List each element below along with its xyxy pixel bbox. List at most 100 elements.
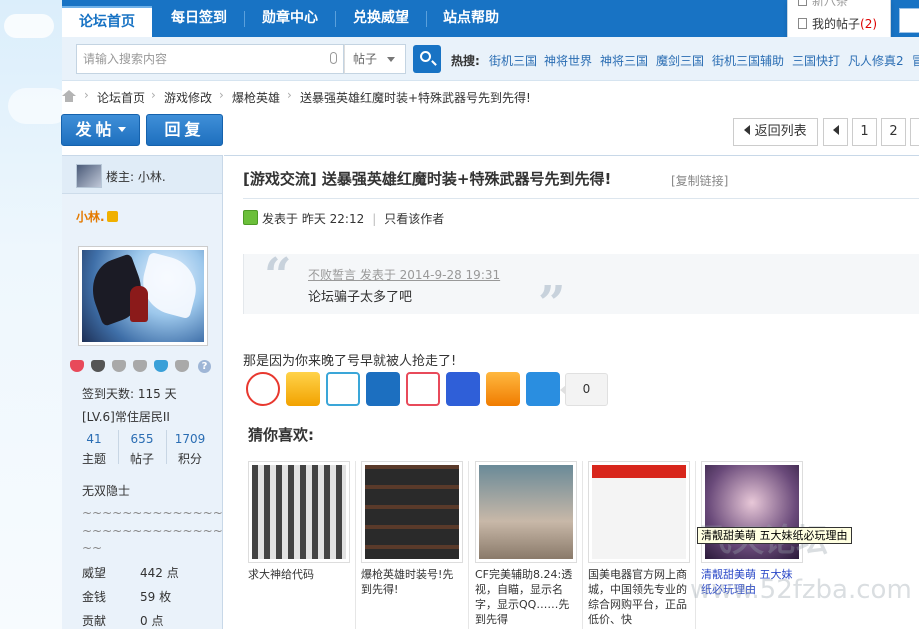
medal-icon[interactable] bbox=[70, 360, 84, 372]
quote-open-icon: “ bbox=[264, 248, 292, 304]
tab-site-help[interactable]: 站点帮助 bbox=[431, 0, 511, 37]
hot-search-link[interactable]: 三国快打 bbox=[792, 52, 840, 69]
recommend-thumbnail[interactable] bbox=[248, 461, 350, 563]
search-type-select[interactable]: 帖子 bbox=[344, 44, 406, 74]
arrow-left-icon bbox=[744, 125, 751, 135]
medal-icon[interactable] bbox=[175, 360, 189, 372]
quote-block: “ 不败誓言 发表于 2014-9-28 19:31 论坛骗子太多了吧 ” bbox=[243, 248, 919, 332]
medal-icon[interactable] bbox=[154, 360, 168, 372]
page-next-partial[interactable] bbox=[910, 118, 919, 146]
renren-icon[interactable] bbox=[366, 372, 400, 406]
recommend-caption[interactable]: 求大神给代码 bbox=[248, 567, 350, 582]
user-menu-box[interactable] bbox=[899, 8, 919, 33]
kaixin-icon[interactable] bbox=[406, 372, 440, 406]
post-meta: 发表于 昨天 22:12 | 只看该作者 bbox=[262, 212, 445, 226]
hot-search-link[interactable]: 魔剑三国 bbox=[656, 52, 704, 69]
recommend-caption[interactable]: CF完美辅助8.24:透视，自瞄，显示名字，显示QQ……先到先得 bbox=[475, 567, 577, 627]
page-1-button[interactable]: 1 bbox=[852, 118, 877, 146]
city-image bbox=[252, 465, 346, 559]
louzhu-label: 楼主: 小林. bbox=[106, 170, 166, 184]
recommend-card[interactable]: 求大神给代码 bbox=[248, 461, 350, 582]
gome-ad-image bbox=[592, 465, 686, 559]
recommend-caption[interactable]: 国美电器官方网上商城，中国领先专业的综合网购平台，正品低价、快 bbox=[588, 567, 690, 627]
medal-icon[interactable] bbox=[112, 360, 126, 372]
qq-icon[interactable] bbox=[486, 372, 520, 406]
dropdown-item-top[interactable]: 新八条 bbox=[798, 0, 848, 9]
home-icon[interactable] bbox=[62, 90, 76, 102]
tooltip: 清靓甜美萌 五大妹纸必玩理由 bbox=[697, 527, 852, 544]
hot-search-link[interactable]: 神将世界 bbox=[544, 52, 592, 69]
recommend-thumbnail[interactable] bbox=[361, 461, 463, 563]
breadcrumb-separator: › bbox=[287, 88, 292, 102]
divider bbox=[582, 461, 583, 629]
divider bbox=[166, 430, 167, 464]
search-button[interactable] bbox=[413, 45, 441, 73]
vip-badge-icon bbox=[106, 211, 118, 222]
breadcrumb-current-thread[interactable]: 送暴强英雄红魔时装+特殊武器号先到先得! bbox=[300, 89, 531, 106]
recommend-card[interactable]: 爆枪英雄时装号!先到先得! bbox=[361, 461, 463, 597]
microphone-icon[interactable] bbox=[330, 52, 337, 64]
breadcrumb-forum-home[interactable]: 论坛首页 bbox=[97, 89, 145, 106]
avatar[interactable] bbox=[78, 246, 208, 346]
quote-author-link[interactable]: 不败誓言 发表于 2014-9-28 19:31 bbox=[308, 266, 500, 283]
prev-page-button[interactable] bbox=[823, 118, 848, 146]
weibo-icon[interactable] bbox=[246, 372, 280, 406]
breadcrumb-game-mod[interactable]: 游戏修改 bbox=[164, 89, 212, 106]
hot-search-link[interactable]: 冒 bbox=[912, 52, 919, 69]
hot-search-link[interactable]: 街机三国 bbox=[489, 52, 537, 69]
chevron-down-icon bbox=[117, 127, 126, 132]
user-level[interactable]: [LV.6]常住居民II bbox=[82, 408, 170, 425]
divider bbox=[243, 198, 919, 199]
chevron-down-icon bbox=[387, 57, 395, 62]
fps-game-image bbox=[479, 465, 573, 559]
sky-background bbox=[0, 0, 62, 629]
breadcrumb-separator: › bbox=[84, 88, 89, 102]
hot-search-link[interactable]: 神将三国 bbox=[600, 52, 648, 69]
breadcrumb-separator: › bbox=[151, 88, 156, 102]
tab-forum-home[interactable]: 论坛首页 bbox=[62, 6, 152, 37]
nav-divider bbox=[426, 11, 427, 27]
topics-count[interactable]: 41 bbox=[76, 432, 112, 446]
tab-medal-center[interactable]: 勋章中心 bbox=[250, 0, 330, 37]
more-icon[interactable] bbox=[526, 372, 560, 406]
medal-icon[interactable] bbox=[91, 360, 105, 372]
author-name[interactable]: 小林. bbox=[76, 208, 118, 225]
back-to-list-button[interactable]: 返回列表 bbox=[733, 118, 818, 146]
author-sidebar: 楼主: 小林. 小林. ? 签到天数: 115 天 [LV.6]常住居民II 4… bbox=[62, 155, 263, 629]
recommend-card[interactable]: 国美电器官方网上商城，中国领先专业的综合网购平台，正品低价、快 bbox=[588, 461, 690, 627]
copy-link-button[interactable]: [复制链接] bbox=[671, 172, 728, 189]
credits-count[interactable]: 1709 bbox=[170, 432, 210, 446]
posts-count[interactable]: 655 bbox=[124, 432, 160, 446]
document-icon bbox=[798, 0, 807, 6]
qzone-icon[interactable] bbox=[286, 372, 320, 406]
hot-search-link[interactable]: 凡人修真2 bbox=[848, 52, 904, 69]
baidu-icon[interactable] bbox=[446, 372, 480, 406]
tab-exchange-prestige[interactable]: 兑换威望 bbox=[341, 0, 421, 37]
signin-days: 签到天数: 115 天 bbox=[82, 387, 177, 401]
avatar-image bbox=[82, 250, 204, 342]
author-mini-avatar[interactable] bbox=[76, 164, 102, 188]
money-row: 金钱 59 枚 bbox=[82, 590, 172, 604]
watermark: www.52fzba.com bbox=[690, 575, 912, 605]
share-count: 0 bbox=[560, 373, 608, 406]
tab-daily-checkin[interactable]: 每日签到 bbox=[159, 0, 239, 37]
reply-button[interactable]: 回复 bbox=[146, 114, 223, 146]
recommend-caption[interactable]: 爆枪英雄时装号!先到先得! bbox=[361, 567, 463, 597]
search-input[interactable]: 请输入搜索内容 bbox=[76, 44, 344, 74]
recommend-thumbnail[interactable] bbox=[475, 461, 577, 563]
recommend-card[interactable]: CF完美辅助8.24:透视，自瞄，显示名字，显示QQ……先到先得 bbox=[475, 461, 577, 627]
tencent-weibo-icon[interactable] bbox=[326, 372, 360, 406]
medal-icon[interactable] bbox=[133, 360, 147, 372]
breadcrumb-game[interactable]: 爆枪英雄 bbox=[232, 89, 280, 106]
hot-search-link[interactable]: 街机三国辅助 bbox=[712, 52, 784, 69]
only-author-link[interactable]: 只看该作者 bbox=[384, 212, 444, 226]
page-title: [游戏交流] 送暴强英雄红魔时装+特殊武器号先到先得! bbox=[243, 170, 612, 188]
recommend-thumbnail[interactable] bbox=[588, 461, 690, 563]
new-post-button[interactable]: 发帖 bbox=[61, 114, 140, 146]
quote-text: 论坛骗子太多了吧 bbox=[308, 290, 413, 305]
dropdown-item-my-posts[interactable]: 我的帖子(2) bbox=[798, 15, 877, 32]
post-body: 那是因为你来晚了号早就被人抢走了! bbox=[243, 354, 457, 369]
page-2-button[interactable]: 2 bbox=[881, 118, 906, 146]
document-icon bbox=[798, 18, 807, 29]
help-icon[interactable]: ? bbox=[198, 360, 211, 373]
